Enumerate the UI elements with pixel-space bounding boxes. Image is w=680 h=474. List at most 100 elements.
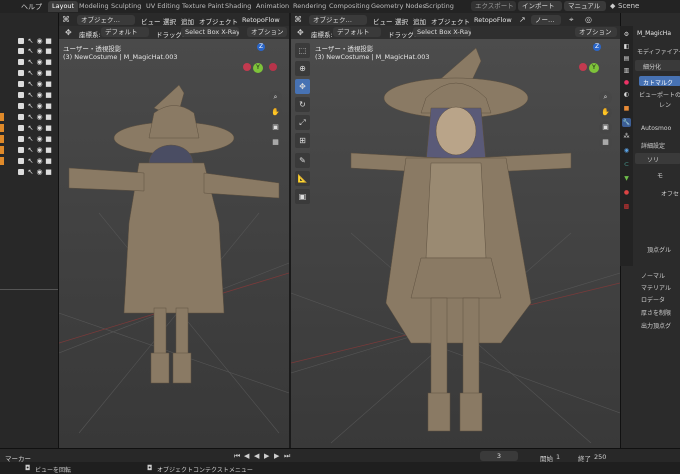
tool-tab-icon[interactable]: ⚙ [622, 30, 631, 39]
scene-tab-icon[interactable]: ● [622, 78, 631, 87]
play-reverse-icon[interactable]: ◀ [254, 452, 259, 460]
cursor-icon[interactable]: ↖ [27, 91, 34, 99]
zoom-icon[interactable]: ⌕ [599, 91, 612, 104]
axis-x-icon[interactable] [243, 63, 251, 71]
checkbox-icon[interactable] [18, 103, 24, 109]
grid-projection-icon[interactable]: ▦ [599, 136, 612, 149]
autosmooth-label[interactable]: Autosmoo [641, 125, 671, 132]
menu-view[interactable]: ビュー [141, 16, 161, 26]
tab-sculpting[interactable]: Sculpting [107, 1, 145, 12]
eye-icon[interactable]: ◉ [36, 91, 43, 99]
add-cube-tool-icon[interactable]: ▣ [295, 189, 310, 204]
object-tab-icon[interactable]: ■ [622, 104, 631, 113]
checkbox-icon[interactable] [18, 81, 24, 87]
advanced-label[interactable]: 詳細設定 [641, 141, 665, 150]
checkbox-icon[interactable] [18, 158, 24, 164]
select-box-tool-icon[interactable]: ⬚ [295, 43, 310, 58]
physics-tab-icon[interactable]: ◉ [622, 146, 631, 155]
axis-x-icon[interactable] [579, 63, 587, 71]
solidify-modifier-header[interactable]: ソリ [635, 153, 680, 164]
axis-y-icon[interactable]: Y [589, 63, 599, 73]
outliner-row[interactable]: ↖ ◉ ■ [0, 68, 58, 79]
viewport-left[interactable]: ⌘ オブジェク… ビュー 選択 追加 オブジェクト RetopoFlow ✥ 座… [59, 13, 289, 448]
cursor-tool-icon[interactable]: ⊕ [295, 61, 310, 76]
eye-icon[interactable]: ◉ [36, 47, 43, 55]
camera-icon[interactable]: ■ [45, 91, 52, 99]
tab-layout[interactable]: Layout [48, 1, 79, 12]
cursor-icon[interactable]: ↖ [27, 146, 34, 154]
checkbox-icon[interactable] [18, 48, 24, 54]
eye-icon[interactable]: ◉ [36, 102, 43, 110]
camera-view-icon[interactable]: ▣ [269, 121, 282, 134]
camera-icon[interactable]: ■ [45, 69, 52, 77]
output-tab-icon[interactable]: ▤ [622, 54, 631, 63]
outliner-row[interactable]: ↖ ◉ ■ [0, 112, 58, 123]
coord-selector[interactable]: デフォルト [333, 27, 381, 37]
outliner-row[interactable]: ↖ ◉ ■ [0, 145, 58, 156]
subsurf-modifier-header[interactable]: 細分化 [635, 60, 680, 71]
camera-icon[interactable]: ■ [45, 47, 52, 55]
camera-icon[interactable]: ■ [45, 37, 52, 45]
catmull-clark-button[interactable]: カトマルク [639, 76, 680, 87]
cursor-icon[interactable]: ↖ [27, 157, 34, 165]
editor-type-icon[interactable]: ⌘ [62, 15, 70, 24]
eye-icon[interactable]: ◉ [36, 168, 43, 176]
cursor-icon[interactable]: ↖ [27, 37, 34, 45]
cursor-icon[interactable]: ↖ [27, 124, 34, 132]
drag-selector[interactable]: Select Box X-Ray [413, 27, 471, 37]
output-vg-section[interactable]: 出力頂点グ [641, 321, 671, 330]
manual-button[interactable]: マニュアル [564, 1, 606, 11]
eye-icon[interactable]: ◉ [36, 58, 43, 66]
viewport-right[interactable]: ⌘ オブジェク… ビュー 選択 追加 オブジェクト RetopoFlow ↗ ノ… [291, 13, 620, 448]
axis-z-icon[interactable]: Z [257, 43, 265, 51]
checkbox-icon[interactable] [18, 114, 24, 120]
constraints-tab-icon[interactable]: ⊂ [622, 160, 631, 169]
cursor-icon[interactable]: ↖ [27, 168, 34, 176]
outliner-row[interactable]: ↖ ◉ ■ [0, 79, 58, 90]
start-frame-field[interactable]: 1 [556, 453, 560, 461]
menu-select[interactable]: 選択 [395, 16, 408, 26]
outliner-row[interactable]: ↖ ◉ ■ [0, 46, 58, 57]
zoom-icon[interactable]: ⌕ [269, 91, 282, 104]
cursor-icon[interactable]: ↖ [27, 47, 34, 55]
outliner-row[interactable]: ↖ ◉ ■ [0, 134, 58, 145]
checkbox-icon[interactable] [18, 169, 24, 175]
render-tab-icon[interactable]: ◧ [622, 42, 631, 51]
checkbox-icon[interactable] [18, 70, 24, 76]
material-section[interactable]: マテリアル [641, 283, 671, 292]
camera-icon[interactable]: ■ [45, 102, 52, 110]
data-section[interactable]: ロデータ [641, 295, 665, 304]
pan-hand-icon[interactable]: ✋ [269, 106, 282, 119]
next-key-icon[interactable]: ▶ [274, 452, 279, 460]
transform-orientation-icon[interactable]: ↗ [519, 15, 526, 24]
tab-animation[interactable]: Animation [252, 1, 293, 12]
menu-add[interactable]: 追加 [413, 16, 426, 26]
eye-icon[interactable]: ◉ [36, 80, 43, 88]
checkbox-icon[interactable] [18, 136, 24, 142]
eye-icon[interactable]: ◉ [36, 113, 43, 121]
eye-icon[interactable]: ◉ [36, 146, 43, 154]
axis-y-icon[interactable]: Y [253, 63, 263, 73]
normals-section[interactable]: ノーマル [641, 271, 665, 280]
jump-end-icon[interactable]: ⏭ [284, 452, 290, 461]
camera-icon[interactable]: ■ [45, 146, 52, 154]
menu-add[interactable]: 追加 [181, 16, 194, 26]
outliner-row[interactable]: ↖ ◉ ■ [0, 90, 58, 101]
coord-selector[interactable]: デフォルト [101, 27, 149, 37]
checkbox-icon[interactable] [18, 147, 24, 153]
menu-object[interactable]: オブジェクト [199, 16, 238, 26]
navigation-gizmo[interactable]: Z Y [243, 43, 283, 83]
eye-icon[interactable]: ◉ [36, 157, 43, 165]
editor-type-icon[interactable]: ⌘ [294, 15, 302, 24]
outliner-row[interactable]: ↖ ◉ ■ [0, 167, 58, 178]
proportional-edit-icon[interactable]: ◎ [585, 15, 592, 24]
menu-help[interactable]: ヘルプ [21, 2, 42, 12]
import-button[interactable]: インポート [518, 1, 562, 11]
checkbox-icon[interactable] [18, 38, 24, 44]
checkbox-icon[interactable] [18, 125, 24, 131]
scale-tool-icon[interactable]: ⤢ [295, 115, 310, 130]
pivot-selector[interactable]: ノー… [531, 15, 561, 25]
outliner-row[interactable]: ↖ ◉ ■ [0, 57, 58, 68]
cursor-icon[interactable]: ↖ [27, 69, 34, 77]
menu-retopoflow[interactable]: RetopoFlow [242, 16, 280, 24]
